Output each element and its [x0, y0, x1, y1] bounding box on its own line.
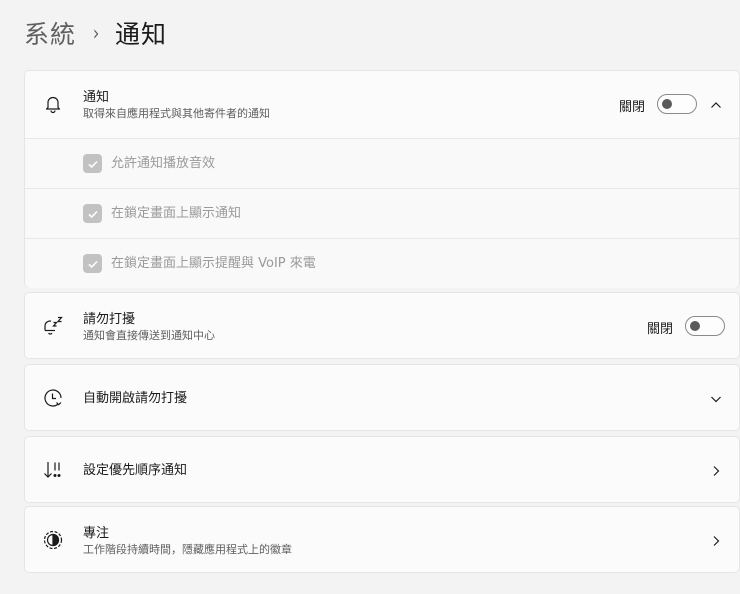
- snooze-bell-icon: [41, 314, 65, 338]
- auto-dnd-card[interactable]: 自動開啟請勿打擾: [24, 364, 740, 431]
- focus-icon: [41, 528, 65, 552]
- option-row-voip: 在鎖定畫面上顯示提醒與 VoIP 來電: [25, 238, 739, 288]
- page-title: 通知: [115, 20, 168, 49]
- focus-subtitle: 工作階段持續時間，隱藏應用程式上的徽章: [83, 543, 292, 556]
- chevron-right-icon[interactable]: [708, 533, 724, 549]
- notifications-toggle[interactable]: [657, 94, 697, 114]
- priority-card[interactable]: 設定優先順序通知: [24, 436, 740, 503]
- focus-title: 專注: [83, 526, 110, 541]
- breadcrumb: 系統 › 通知: [24, 16, 167, 50]
- lockscreen-label: 在鎖定畫面上顯示通知: [111, 206, 242, 221]
- toggle-knob: [690, 321, 700, 331]
- clock-icon: [41, 386, 65, 410]
- breadcrumb-parent[interactable]: 系統: [24, 15, 76, 51]
- dnd-subtitle: 通知會直接傳送到通知中心: [83, 329, 215, 342]
- priority-sort-icon: [41, 458, 65, 482]
- lockscreen-checkbox[interactable]: [83, 204, 102, 223]
- dnd-toggle-label: 關閉: [647, 322, 674, 337]
- auto-dnd-title: 自動開啟請勿打擾: [83, 391, 188, 406]
- notifications-header[interactable]: 通知 取得來自應用程式與其他寄件者的通知 關閉: [25, 71, 739, 138]
- checkmark-icon: [87, 160, 98, 168]
- toggle-knob: [662, 99, 672, 109]
- option-row-sound: 允許通知播放音效: [25, 138, 739, 188]
- sound-checkbox[interactable]: [83, 154, 102, 173]
- notifications-subtitle: 取得來自應用程式與其他寄件者的通知: [83, 107, 270, 120]
- voip-label: 在鎖定畫面上顯示提醒與 VoIP 來電: [111, 256, 316, 271]
- chevron-right-icon[interactable]: [708, 463, 724, 479]
- chevron-up-icon[interactable]: [708, 97, 724, 113]
- notifications-card: 通知 取得來自應用程式與其他寄件者的通知 關閉 允許通知播放音效 在鎖定畫面上顯…: [24, 70, 740, 288]
- priority-title: 設定優先順序通知: [83, 463, 188, 478]
- sound-label: 允許通知播放音效: [111, 156, 216, 171]
- option-row-lockscreen: 在鎖定畫面上顯示通知: [25, 188, 739, 238]
- chevron-down-icon[interactable]: [708, 391, 724, 407]
- notifications-toggle-label: 關閉: [619, 100, 646, 115]
- checkmark-icon: [87, 260, 98, 268]
- notifications-title: 通知: [83, 90, 110, 105]
- dnd-title: 請勿打擾: [83, 312, 136, 327]
- do-not-disturb-card: 請勿打擾 通知會直接傳送到通知中心 關閉: [24, 292, 740, 359]
- checkmark-icon: [87, 210, 98, 218]
- bell-icon: [41, 92, 65, 116]
- focus-card[interactable]: 專注 工作階段持續時間，隱藏應用程式上的徽章: [24, 506, 740, 573]
- dnd-toggle[interactable]: [685, 316, 725, 336]
- breadcrumb-separator: ›: [92, 21, 101, 45]
- voip-checkbox[interactable]: [83, 254, 102, 273]
- settings-page: 系統 › 通知 通知 取得來自應用程式與其他寄件者的通知 關閉 允許通知播放音效…: [0, 0, 740, 594]
